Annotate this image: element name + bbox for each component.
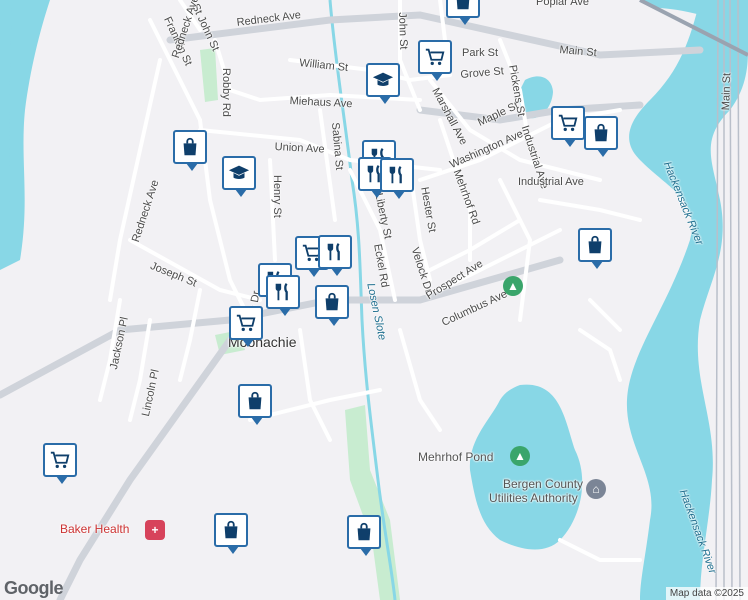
shopping-bag-icon: [183, 137, 197, 156]
shopping-bag-marker[interactable]: [315, 285, 349, 326]
graduation-cap-icon: [228, 165, 250, 179]
graduation-cap-icon: [372, 72, 394, 86]
shopping-bag-marker[interactable]: [214, 513, 248, 554]
shopping-bag-icon: [224, 520, 238, 539]
utility-label: Utilities Authority: [489, 491, 578, 505]
park-icon[interactable]: ▲: [503, 276, 523, 296]
shopping-bag-icon: [248, 391, 262, 410]
street-label: Industrial Ave: [518, 176, 584, 188]
map-canvas[interactable]: Redneck Ave Franklin St St John St Robby…: [0, 0, 748, 600]
hospital-icon[interactable]: +: [145, 520, 165, 540]
restaurant-marker[interactable]: [318, 235, 352, 276]
shopping-bag-marker[interactable]: [446, 0, 480, 25]
shopping-bag-icon: [588, 235, 602, 254]
fork-knife-icon: [327, 242, 340, 261]
street-label: Robby Rd: [220, 68, 232, 117]
shopping-bag-icon: [325, 292, 339, 311]
street-label: Henry St: [271, 175, 283, 218]
street-label: Park St: [462, 47, 499, 59]
government-building-icon[interactable]: ⌂: [586, 479, 606, 499]
fork-knife-icon: [275, 282, 288, 301]
shopping-bag-icon: [456, 0, 470, 10]
shopping-cart-icon: [425, 48, 445, 66]
street-label: Main St: [720, 72, 734, 111]
utility-label: Bergen County: [503, 477, 584, 491]
shopping-bag-marker[interactable]: [173, 130, 207, 171]
street-label: Union Ave: [274, 141, 325, 156]
restaurant-marker[interactable]: [380, 158, 414, 199]
shopping-cart-icon: [236, 314, 256, 332]
shopping-cart-icon: [50, 451, 70, 469]
street-label: Poplar Ave: [536, 0, 590, 8]
shopping-cart-marker[interactable]: [418, 40, 452, 81]
park-icon[interactable]: ▲: [510, 446, 530, 466]
school-marker[interactable]: [366, 63, 400, 104]
shopping-bag-icon: [357, 522, 371, 541]
shopping-bag-marker[interactable]: [584, 116, 618, 157]
shopping-bag-icon: [594, 123, 608, 142]
shopping-cart-marker[interactable]: [43, 443, 77, 484]
map-attribution[interactable]: Map data ©2025: [665, 587, 748, 600]
shopping-bag-marker[interactable]: [578, 228, 612, 269]
shopping-cart-icon: [558, 114, 578, 132]
google-logo[interactable]: Google: [4, 578, 64, 599]
shopping-bag-marker[interactable]: [238, 384, 272, 425]
shopping-bag-marker[interactable]: [347, 515, 381, 556]
pond-label: Mehrhof Pond: [418, 450, 494, 464]
restaurant-marker[interactable]: [266, 275, 300, 316]
shopping-cart-marker[interactable]: [551, 106, 585, 147]
street-label: John St: [396, 12, 410, 50]
school-marker[interactable]: [222, 156, 256, 197]
fork-knife-icon: [389, 165, 402, 184]
clinic-label: Baker Health: [60, 522, 130, 536]
shopping-cart-marker[interactable]: [229, 306, 263, 347]
